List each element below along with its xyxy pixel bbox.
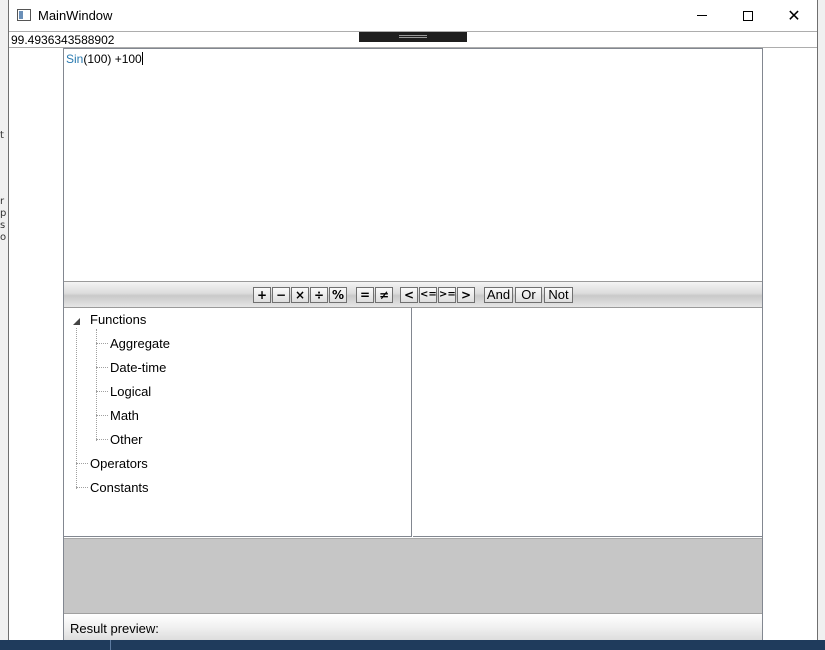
result-textbox[interactable]: 99.4936343588902 [9,31,817,48]
window-title: MainWindow [38,8,113,23]
title-bar[interactable]: MainWindow ✕ [9,0,817,31]
not-button[interactable]: Not [544,287,573,303]
tree-node-functions[interactable]: Functions [90,312,146,327]
tree-connector [96,329,97,441]
minimize-button[interactable] [679,0,725,31]
text-caret [141,52,143,65]
expression-input[interactable]: Sin(100) +100 [64,49,762,281]
tree-connector [96,439,108,440]
tree-connector [96,391,108,392]
and-button[interactable]: And [484,287,513,303]
tree-connector [76,328,77,489]
greater-or-equal-button[interactable]: >= [438,287,456,303]
tree-connector [96,367,108,368]
taskbar-item[interactable] [110,640,270,650]
collapse-triangle-icon[interactable] [73,318,80,325]
tree-connector [96,415,108,416]
tree-node-constants[interactable]: Constants [90,480,149,495]
function-tree: Functions Aggregate Date-time Logical Ma… [64,308,412,537]
tree-connector [96,343,108,344]
equals-button[interactable]: = [356,287,374,303]
expression-editor: Sin(100) +100 + − × ÷ % = ≠ < <= >= > An… [63,48,763,642]
description-panel [64,538,762,613]
result-preview-bar: Result preview: [64,613,762,641]
desktop-text-fragment: t [0,130,4,141]
splitter-grip-handle[interactable] [359,32,467,42]
divide-button[interactable]: ÷ [310,287,328,303]
desktop-text-fragment: rpso [0,196,7,243]
app-window-icon [17,9,31,21]
main-window: MainWindow ✕ 99.4936343588902 Sin(100) +… [8,0,818,643]
or-button[interactable]: Or [515,287,542,303]
expression-function-token: Sin [66,52,84,66]
less-or-equal-button[interactable]: <= [419,287,437,303]
tree-node-logical[interactable]: Logical [110,384,151,399]
not-equals-button[interactable]: ≠ [375,287,393,303]
tree-node-aggregate[interactable]: Aggregate [110,336,170,351]
tree-node-other[interactable]: Other [110,432,143,447]
taskbar [0,640,825,650]
minimize-icon [697,15,707,16]
close-button[interactable]: ✕ [771,0,817,31]
desktop-background-left [0,0,8,650]
tree-node-date-time[interactable]: Date-time [110,360,166,375]
tree-connector [76,487,88,488]
less-than-button[interactable]: < [400,287,418,303]
close-icon: ✕ [787,5,801,25]
greater-than-button[interactable]: > [457,287,475,303]
plus-button[interactable]: + [253,287,271,303]
result-value: 99.4936343588902 [11,33,115,47]
minus-button[interactable]: − [272,287,290,303]
tree-connector [76,463,88,464]
modulo-button[interactable]: % [329,287,347,303]
expression-text: Sin(100) +100 [66,52,143,66]
tree-node-math[interactable]: Math [110,408,139,423]
operator-toolbar: + − × ÷ % = ≠ < <= >= > And Or Not [64,281,762,308]
multiply-button[interactable]: × [291,287,309,303]
maximize-button[interactable] [725,0,771,31]
expression-rest-token: (100) +100 [83,52,142,66]
maximize-icon [743,10,753,21]
function-detail-list[interactable] [413,308,762,537]
desktop-background-right [817,0,825,650]
tree-node-operators[interactable]: Operators [90,456,148,471]
result-preview-label: Result preview: [70,621,159,636]
